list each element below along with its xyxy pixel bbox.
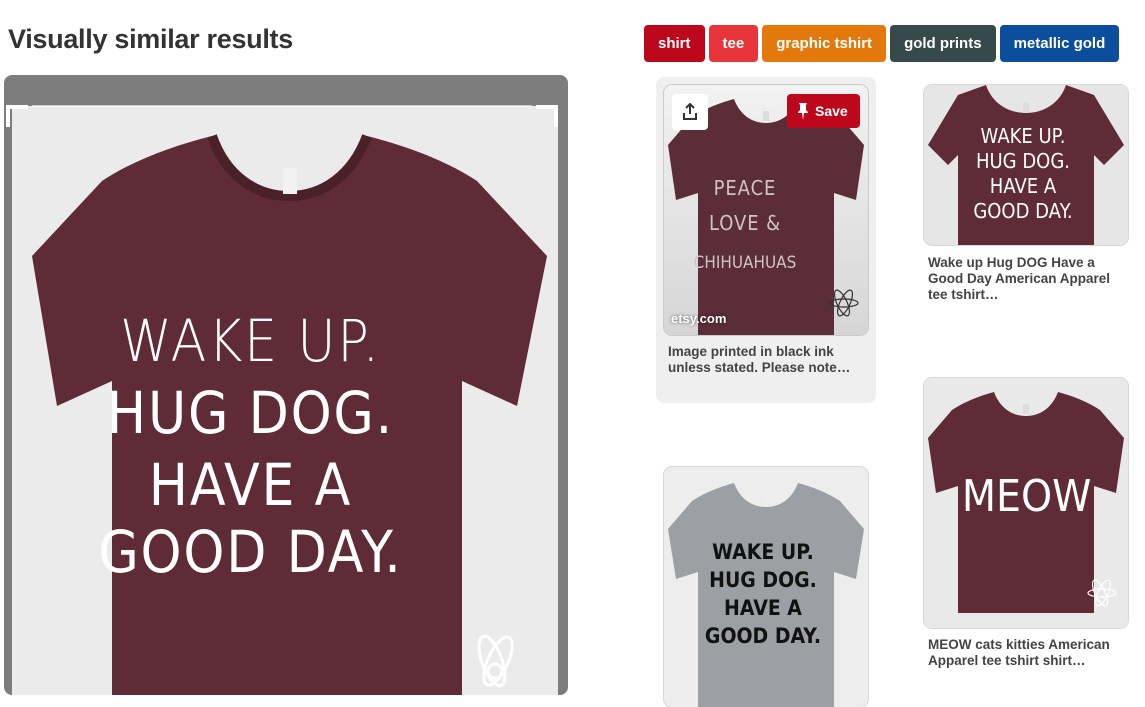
- main-shirt-line-2: HUG DOG.: [107, 380, 394, 447]
- tag-shirt[interactable]: shirt: [644, 25, 705, 62]
- main-shirt-line-1: WAKE UP.: [120, 308, 381, 375]
- pin-shirt-line-1: PEACE: [714, 177, 777, 200]
- tag-graphic-tshirt[interactable]: graphic tshirt: [762, 25, 887, 62]
- share-button[interactable]: [672, 94, 708, 130]
- pin-shirt-line-3: HAVE A: [990, 175, 1056, 198]
- pin-shirt-line-2: HUG DOG.: [976, 150, 1070, 173]
- pin-shirt-line-2: LOVE &: [709, 212, 781, 235]
- pin-image[interactable]: MEOW: [924, 378, 1128, 628]
- pin-source[interactable]: etsy.com: [671, 311, 726, 326]
- tag-metallic-gold[interactable]: metallic gold: [999, 25, 1120, 62]
- main-image-frame[interactable]: WAKE UP. HUG DOG. HAVE A GOOD DAY.: [4, 75, 568, 695]
- main-image: WAKE UP. HUG DOG. HAVE A GOOD DAY.: [12, 106, 558, 695]
- pin-image[interactable]: WAKE UP. HUG DOG. HAVE A GOOD DAY.: [924, 85, 1128, 245]
- crop-handle-top-left[interactable]: [6, 105, 28, 127]
- crop-border: [32, 105, 532, 107]
- save-label: Save: [815, 103, 848, 119]
- tshirt-image: WAKE UP. HUG DOG. HAVE A GOOD DAY.: [32, 134, 547, 695]
- pin-card[interactable]: MEOW MEOW cats kitties American Apparel …: [916, 370, 1136, 680]
- pin-description[interactable]: MEOW cats kitties American Apparel tee t…: [928, 637, 1112, 669]
- tshirt-image: MEOW: [924, 378, 1128, 628]
- pin-card[interactable]: PEACE LOVE & CHIHUAHUAS Save etsy.com Im…: [656, 77, 876, 403]
- pin-description[interactable]: Wake up Hug DOG Have a Good Day American…: [928, 255, 1112, 303]
- pin-image[interactable]: WAKE UP. HUG DOG. HAVE A GOOD DAY.: [664, 467, 868, 707]
- crop-handle-top-right[interactable]: [536, 105, 558, 127]
- tag-gold-prints[interactable]: gold prints: [890, 25, 996, 62]
- tag-tee[interactable]: tee: [708, 25, 759, 62]
- pin-shirt-line-3: CHIHUAHUAS: [694, 252, 797, 272]
- pin-shirt-line-2: HUG DOG.: [709, 567, 817, 592]
- pin-shirt-line-4: GOOD DAY.: [973, 200, 1072, 223]
- pin-icon: [798, 103, 808, 120]
- tshirt-image: WAKE UP. HUG DOG. HAVE A GOOD DAY.: [664, 467, 868, 707]
- save-button[interactable]: Save: [787, 94, 860, 128]
- pin-shirt-line-1: MEOW: [962, 470, 1091, 522]
- pin-image[interactable]: PEACE LOVE & CHIHUAHUAS Save etsy.com: [664, 85, 868, 335]
- pin-shirt-line-4: GOOD DAY.: [705, 623, 821, 648]
- page-title: Visually similar results: [8, 24, 293, 54]
- pin-shirt-line-1: WAKE UP.: [712, 539, 814, 564]
- main-shirt-line-3: HAVE A: [149, 452, 352, 519]
- pin-card[interactable]: WAKE UP. HUG DOG. HAVE A GOOD DAY.: [656, 459, 876, 707]
- share-icon: [683, 103, 697, 120]
- pin-shirt-line-3: HAVE A: [724, 595, 802, 620]
- tshirt-image: WAKE UP. HUG DOG. HAVE A GOOD DAY.: [924, 85, 1128, 245]
- pin-shirt-line-1: WAKE UP.: [981, 125, 1066, 148]
- pin-card[interactable]: WAKE UP. HUG DOG. HAVE A GOOD DAY. Wake …: [916, 77, 1136, 317]
- main-shirt-line-4: GOOD DAY.: [98, 519, 402, 586]
- pin-description[interactable]: Image printed in black ink unless stated…: [668, 344, 864, 376]
- search-tags: shirt tee graphic tshirt gold prints met…: [644, 25, 1120, 62]
